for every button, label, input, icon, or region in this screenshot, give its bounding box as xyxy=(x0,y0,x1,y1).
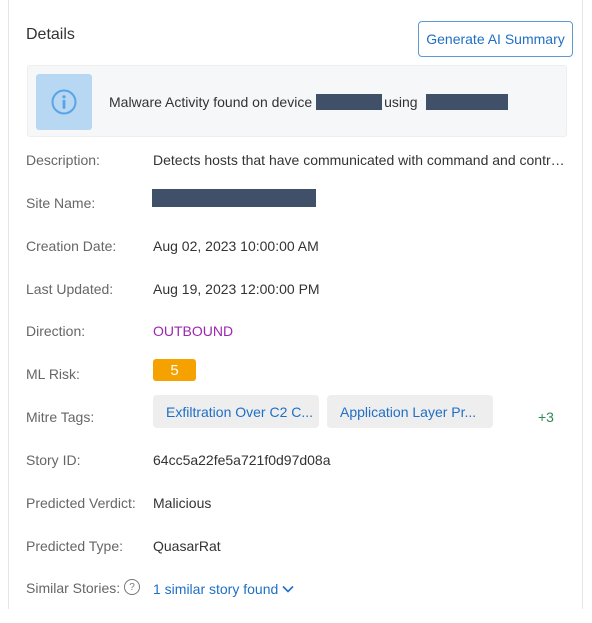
help-icon[interactable]: ? xyxy=(124,579,140,595)
generate-ai-summary-button[interactable]: Generate AI Summary xyxy=(418,21,573,57)
description-value: Detects hosts that have communicated wit… xyxy=(153,152,565,168)
creation-date-label: Creation Date: xyxy=(26,238,117,254)
row-mitre-tags: Mitre Tags: Exfiltration Over C2 C... Ap… xyxy=(26,395,576,429)
direction-value: OUTBOUND xyxy=(153,323,234,339)
row-ml-risk: ML Risk: 5 xyxy=(26,359,576,386)
story-id-label: Story ID: xyxy=(26,452,81,468)
predicted-verdict-value: Malicious xyxy=(153,495,212,511)
similar-stories-link[interactable]: 1 similar story found xyxy=(153,580,294,597)
ml-risk-badge: 5 xyxy=(153,359,196,381)
row-last-updated: Last Updated: Aug 19, 2023 12:00:00 PM xyxy=(26,281,576,301)
details-panel: Details Generate AI Summary Malware Acti… xyxy=(8,0,583,609)
row-direction: Direction: OUTBOUND xyxy=(26,323,576,343)
mitre-tag-chip[interactable]: Exfiltration Over C2 C... xyxy=(153,395,319,428)
ml-risk-label: ML Risk: xyxy=(26,366,80,382)
similar-stories-link-text: 1 similar story found xyxy=(153,581,279,597)
mitre-tags-label: Mitre Tags: xyxy=(26,409,95,425)
description-label: Description: xyxy=(26,152,100,168)
redacted-site-name xyxy=(152,189,316,207)
row-description: Description: Detects hosts that have com… xyxy=(26,152,576,172)
alert-text: Malware Activity found on device using xyxy=(109,94,508,110)
last-updated-value: Aug 19, 2023 12:00:00 PM xyxy=(153,281,320,297)
alert-text-using: using xyxy=(384,94,418,110)
row-predicted-verdict: Predicted Verdict: Malicious xyxy=(26,495,576,515)
direction-label: Direction: xyxy=(26,323,86,339)
predicted-verdict-label: Predicted Verdict: xyxy=(26,495,136,511)
predicted-type-value: QuasarRat xyxy=(153,538,221,554)
story-id-value: 64cc5a22fe5a721f0d97d08a xyxy=(153,452,331,468)
row-site-name: Site Name: xyxy=(26,189,576,215)
predicted-type-label: Predicted Type: xyxy=(26,538,124,554)
redacted-malware xyxy=(425,94,508,110)
info-icon xyxy=(36,74,92,130)
row-predicted-type: Predicted Type: QuasarRat xyxy=(26,538,576,558)
row-story-id: Story ID: 64cc5a22fe5a721f0d97d08a xyxy=(26,452,576,472)
panel-title: Details xyxy=(26,26,75,43)
site-name-label: Site Name: xyxy=(26,195,96,211)
last-updated-label: Last Updated: xyxy=(26,281,114,297)
alert-text-prefix: Malware Activity found on device xyxy=(109,94,313,110)
alert-banner: Malware Activity found on device using xyxy=(27,65,567,137)
redacted-device xyxy=(316,94,383,110)
chevron-down-icon xyxy=(282,580,294,596)
row-similar-stories: Similar Stories: ? 1 similar story found xyxy=(26,579,576,600)
more-tags-count[interactable]: +3 xyxy=(538,409,554,425)
row-creation-date: Creation Date: Aug 02, 2023 10:00:00 AM xyxy=(26,238,576,258)
creation-date-value: Aug 02, 2023 10:00:00 AM xyxy=(153,238,319,254)
mitre-tag-chip[interactable]: Application Layer Pr... xyxy=(327,395,493,428)
similar-stories-label: Similar Stories: xyxy=(26,580,121,596)
